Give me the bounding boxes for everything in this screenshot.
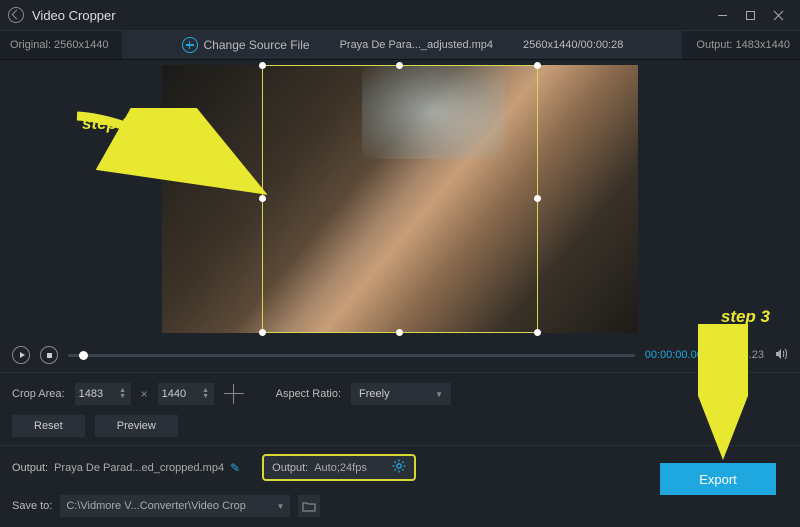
video-frame[interactable]: [162, 65, 638, 333]
original-label: Original: 2560x1440: [10, 39, 108, 51]
crop-width-input[interactable]: ▲▼: [75, 383, 131, 405]
crop-height-field[interactable]: [162, 388, 192, 400]
output-name-label: Output:: [12, 462, 48, 474]
close-button[interactable]: [764, 5, 792, 25]
minimize-button[interactable]: [708, 5, 736, 25]
preview-button[interactable]: Preview: [95, 415, 178, 437]
preset-label: Output:: [272, 462, 308, 474]
source-filename: Praya De Para..._adjusted.mp4: [340, 39, 493, 51]
app-logo-icon: [8, 7, 24, 23]
preset-value: Auto;24fps: [314, 462, 386, 474]
width-down[interactable]: ▼: [119, 394, 127, 400]
crop-handle-br[interactable]: [534, 329, 541, 336]
change-source-label: Change Source File: [204, 38, 310, 52]
output-dims-label: Output: 1483x1440: [696, 39, 790, 51]
titlebar: Video Cropper: [0, 0, 800, 30]
export-button[interactable]: Export: [660, 463, 776, 495]
crop-handle-tl[interactable]: [259, 62, 266, 69]
play-button[interactable]: [12, 346, 30, 364]
crop-area-label: Crop Area:: [12, 388, 65, 400]
save-path-dropdown[interactable]: C:\Vidmore V...Converter\Video Crop ▼: [60, 495, 290, 517]
maximize-button[interactable]: [736, 5, 764, 25]
crop-height-input[interactable]: ▲▼: [158, 383, 214, 405]
plus-icon: [182, 37, 198, 53]
crop-handle-mr[interactable]: [534, 195, 541, 202]
output-preset-box[interactable]: Output: Auto;24fps: [262, 454, 416, 481]
crop-controls: Crop Area: ▲▼ × ▲▼ Aspect Ratio: Freely …: [0, 372, 800, 415]
gear-icon[interactable]: [392, 459, 406, 476]
crop-handle-tr[interactable]: [534, 62, 541, 69]
playback-bar: 00:00:00.00/00:00:28.23: [0, 338, 800, 372]
crop-handle-ml[interactable]: [259, 195, 266, 202]
crop-handle-tm[interactable]: [396, 62, 403, 69]
height-down[interactable]: ▼: [202, 394, 210, 400]
aspect-ratio-dropdown[interactable]: Freely ▼: [351, 383, 451, 405]
output-filename: Praya De Parad...ed_cropped.mp4: [54, 462, 224, 474]
info-bar: Original: 2560x1440 Change Source File P…: [0, 30, 800, 60]
crop-handle-bm[interactable]: [396, 329, 403, 336]
source-info: 2560x1440/00:00:28: [523, 39, 623, 51]
change-source-button[interactable]: Change Source File: [182, 37, 310, 53]
export-label: Export: [699, 472, 737, 487]
preview-area: [0, 60, 800, 338]
chevron-down-icon: ▼: [276, 502, 284, 511]
open-folder-button[interactable]: [298, 495, 320, 517]
seek-thumb[interactable]: [79, 351, 88, 360]
action-buttons-row: Reset Preview: [0, 415, 800, 445]
aspect-ratio-label: Aspect Ratio:: [276, 388, 341, 400]
save-to-label: Save to:: [12, 500, 52, 512]
app-title: Video Cropper: [32, 8, 116, 23]
center-crop-icon[interactable]: [224, 384, 244, 404]
volume-icon[interactable]: [774, 347, 788, 364]
crop-handle-bl[interactable]: [259, 329, 266, 336]
edit-output-name-icon[interactable]: ✎: [230, 461, 240, 475]
crop-width-field[interactable]: [79, 388, 109, 400]
chevron-down-icon: ▼: [435, 390, 443, 399]
crop-box[interactable]: [262, 65, 538, 333]
multiply-icon: ×: [141, 387, 148, 401]
seek-slider[interactable]: [68, 354, 635, 357]
stop-button[interactable]: [40, 346, 58, 364]
time-display: 00:00:00.00/00:00:28.23: [645, 349, 764, 361]
reset-button[interactable]: Reset: [12, 415, 85, 437]
aspect-ratio-value: Freely: [359, 388, 390, 400]
save-path-value: C:\Vidmore V...Converter\Video Crop: [66, 500, 246, 512]
